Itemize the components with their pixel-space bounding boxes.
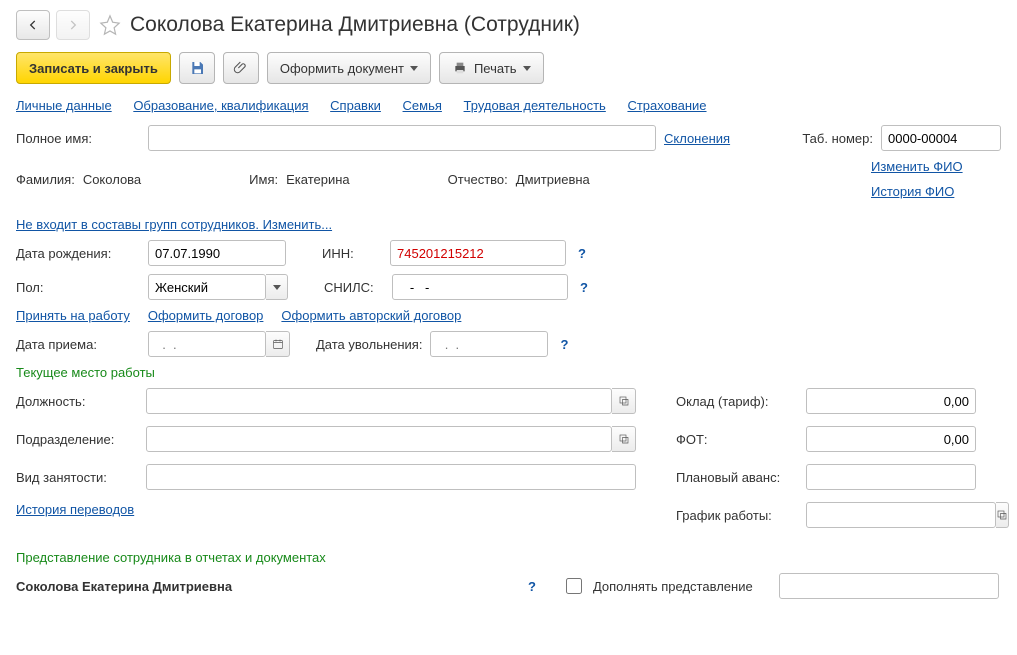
fot-input[interactable] [806,426,976,452]
term-date-label: Дата увольнения: [316,337,422,352]
create-document-button[interactable]: Оформить документ [267,52,431,84]
representation-help[interactable]: ? [528,579,536,594]
save-button[interactable] [179,52,215,84]
emptype-label: Вид занятости: [16,470,136,485]
chevron-down-icon [410,66,418,71]
inn-label: ИНН: [322,246,382,261]
snils-input[interactable] [392,274,568,300]
salary-input[interactable] [806,388,976,414]
birthdate-label: Дата рождения: [16,246,140,261]
position-input[interactable] [146,388,612,414]
hire-date-label: Дата приема: [16,337,140,352]
arrow-right-icon [66,18,80,32]
birthdate-input[interactable] [148,240,286,266]
supplement-repr-checkbox[interactable] [566,578,582,594]
open-icon [996,509,1008,521]
groups-link[interactable]: Не входит в составы групп сотрудников. И… [16,217,332,232]
open-icon [618,395,630,407]
printer-icon [452,60,468,76]
hire-date-calendar-button[interactable] [266,331,290,357]
inn-input[interactable] [390,240,566,266]
emptype-input[interactable] [146,464,636,490]
first-name-value: Екатерина [286,172,350,187]
tab-number-input[interactable] [881,125,1001,151]
chevron-down-icon [273,285,281,290]
save-close-button[interactable]: Записать и закрыть [16,52,171,84]
author-contract-link[interactable]: Оформить авторский договор [281,308,461,323]
print-label: Печать [474,61,517,76]
advance-input[interactable] [806,464,976,490]
tab-number-label: Таб. номер: [802,131,873,146]
current-job-header: Текущее место работы [16,365,1001,380]
department-input[interactable] [146,426,612,452]
change-fio-link[interactable]: Изменить ФИО [871,159,1001,174]
tab-certs[interactable]: Справки [330,98,381,113]
full-name-input[interactable] [148,125,656,151]
last-name-label: Фамилия: [16,172,75,187]
hire-link[interactable]: Принять на работу [16,308,130,323]
representation-header: Представление сотрудника в отчетах и док… [16,550,1001,565]
advance-label: Плановый аванс: [676,470,796,485]
supplement-repr-label: Дополнять представление [593,579,753,594]
history-transfers-link[interactable]: История переводов [16,502,134,517]
department-open-button[interactable] [612,426,636,452]
supplement-repr-input[interactable] [779,573,999,599]
hire-date-input[interactable] [148,331,266,357]
contract-link[interactable]: Оформить договор [148,308,264,323]
position-label: Должность: [16,394,136,409]
inn-help[interactable]: ? [578,246,586,261]
snils-label: СНИЛС: [324,280,384,295]
declension-link[interactable]: Склонения [664,131,730,146]
paperclip-icon [233,60,249,76]
nav-back-button[interactable] [16,10,50,40]
schedule-open-button[interactable] [996,502,1009,528]
favorite-star[interactable] [96,11,124,39]
history-fio-link[interactable]: История ФИО [871,184,1001,199]
calendar-icon [272,338,284,350]
department-label: Подразделение: [16,432,136,447]
representation-value: Соколова Екатерина Дмитриевна [16,579,516,594]
nav-forward-button[interactable] [56,10,90,40]
star-icon [99,14,121,36]
tab-education[interactable]: Образование, квалификация [133,98,308,113]
fot-label: ФОТ: [676,432,796,447]
term-date-help[interactable]: ? [560,337,568,352]
full-name-label: Полное имя: [16,131,140,146]
gender-dropdown-button[interactable] [266,274,288,300]
tab-personal[interactable]: Личные данные [16,98,112,113]
tab-labor[interactable]: Трудовая деятельность [464,98,606,113]
first-name-label: Имя: [249,172,278,187]
print-button[interactable]: Печать [439,52,544,84]
floppy-icon [189,60,205,76]
chevron-down-icon [523,66,531,71]
create-document-label: Оформить документ [280,61,404,76]
snils-help[interactable]: ? [580,280,588,295]
tab-family[interactable]: Семья [403,98,442,113]
last-name-value: Соколова [83,172,141,187]
attach-button[interactable] [223,52,259,84]
section-tabs: Личные данные Образование, квалификация … [16,98,1001,113]
patronymic-label: Отчество: [448,172,508,187]
gender-select[interactable] [148,274,266,300]
schedule-label: График работы: [676,508,796,523]
patronymic-value: Дмитриевна [516,172,590,187]
schedule-input[interactable] [806,502,996,528]
page-title: Соколова Екатерина Дмитриевна (Сотрудник… [130,13,580,37]
arrow-left-icon [26,18,40,32]
tab-insurance[interactable]: Страхование [627,98,706,113]
salary-label: Оклад (тариф): [676,394,796,409]
term-date-input[interactable] [430,331,548,357]
position-open-button[interactable] [612,388,636,414]
open-icon [618,433,630,445]
gender-label: Пол: [16,280,140,295]
